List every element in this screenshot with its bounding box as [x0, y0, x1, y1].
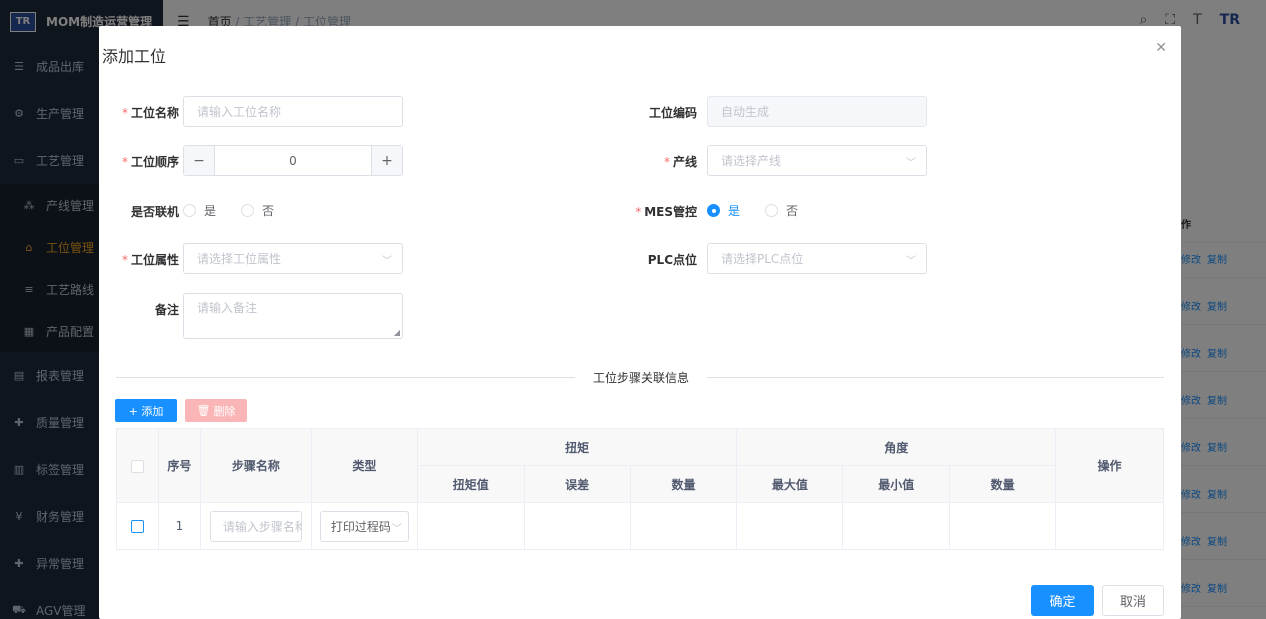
- row-index: 1: [157, 502, 201, 550]
- station-order-stepper[interactable]: − 0 +: [183, 145, 403, 176]
- online-yes-radio[interactable]: 是: [183, 202, 216, 219]
- header-angle-count: 数量: [949, 465, 1057, 503]
- header-torque: 扭矩: [416, 428, 738, 466]
- angle-count-cell[interactable]: [949, 502, 1057, 550]
- close-icon[interactable]: ✕: [1155, 40, 1167, 56]
- torque-error-cell[interactable]: [523, 502, 631, 550]
- chevron-down-icon: ﹀: [906, 256, 916, 267]
- table-row: 1 请输入步骤名称 打印过程码 ﹀: [116, 502, 1164, 550]
- header-angle-min: 最小值: [842, 465, 951, 503]
- mes-no-radio[interactable]: 否: [765, 202, 798, 219]
- station-code-input: 自动生成: [707, 96, 927, 127]
- section-title: 工位步骤关联信息: [575, 369, 708, 386]
- station-code-label: 工位编码: [648, 106, 697, 120]
- station-order-value[interactable]: 0: [215, 146, 371, 175]
- station-attr-select[interactable]: 请选择工位属性 ﹀: [183, 243, 403, 274]
- row-checkbox[interactable]: [130, 520, 144, 533]
- chevron-down-icon: ﹀: [906, 158, 916, 169]
- resize-handle-icon[interactable]: ◢: [394, 328, 400, 337]
- line-label: * 产线: [663, 155, 697, 169]
- operation-cell: [1055, 502, 1164, 550]
- delete-step-button[interactable]: 🗑 删除: [185, 399, 247, 422]
- add-station-dialog: 添加工位 ✕ * 工位名称 请输入工位名称 工位编码 自动生成 * 工位顺序 − 0…: [99, 26, 1181, 619]
- chevron-down-icon: ﹀: [382, 256, 392, 267]
- chevron-down-icon: ﹀: [389, 519, 402, 535]
- increase-button[interactable]: +: [371, 146, 402, 175]
- angle-max-cell[interactable]: [736, 502, 844, 550]
- header-operation: 操作: [1055, 428, 1164, 503]
- angle-min-cell[interactable]: [842, 502, 951, 550]
- header-step-name: 步骤名称: [199, 428, 312, 503]
- trash-icon: 🗑: [196, 404, 211, 417]
- remark-textarea[interactable]: 请输入备注 ◢: [183, 293, 403, 339]
- online-label: 是否联机: [130, 205, 179, 219]
- decrease-button[interactable]: −: [184, 146, 215, 175]
- plc-select[interactable]: 请选择PLC点位 ﹀: [707, 243, 927, 274]
- header-torque-error: 误差: [523, 465, 631, 503]
- mes-label: * MES管控: [635, 205, 697, 219]
- torque-value-cell[interactable]: [416, 502, 525, 550]
- step-table: 序号 步骤名称 类型 扭矩 角度 操作 扭矩值 误差 数量 最大值 最小值 数量…: [116, 428, 1164, 550]
- header-type: 类型: [310, 428, 418, 503]
- mes-yes-radio[interactable]: 是: [707, 202, 740, 219]
- remark-label: 备注: [154, 303, 179, 317]
- online-no-radio[interactable]: 否: [241, 202, 274, 219]
- header-index: 序号: [157, 428, 201, 503]
- station-order-label: * 工位顺序: [121, 155, 179, 169]
- header-torque-value: 扭矩值: [416, 465, 525, 503]
- station-name-input[interactable]: 请输入工位名称: [183, 96, 403, 127]
- header-torque-count: 数量: [629, 465, 738, 503]
- type-select[interactable]: 打印过程码 ﹀: [319, 510, 409, 542]
- station-attr-label: * 工位属性: [121, 253, 179, 267]
- confirm-button[interactable]: 确定: [1031, 585, 1094, 616]
- cancel-button[interactable]: 取消: [1102, 585, 1164, 616]
- line-select[interactable]: 请选择产线 ﹀: [707, 145, 927, 176]
- station-name-label: * 工位名称: [121, 106, 179, 120]
- torque-count-cell[interactable]: [629, 502, 738, 550]
- dialog-title: 添加工位: [102, 47, 167, 66]
- header-select-all[interactable]: [116, 428, 159, 503]
- checkbox[interactable]: [130, 459, 144, 473]
- plc-label: PLC点位: [647, 253, 697, 267]
- header-angle-max: 最大值: [736, 465, 844, 503]
- header-angle: 角度: [736, 428, 1057, 466]
- add-step-button[interactable]: + 添加: [115, 399, 177, 422]
- step-name-input[interactable]: 请输入步骤名称: [209, 510, 302, 542]
